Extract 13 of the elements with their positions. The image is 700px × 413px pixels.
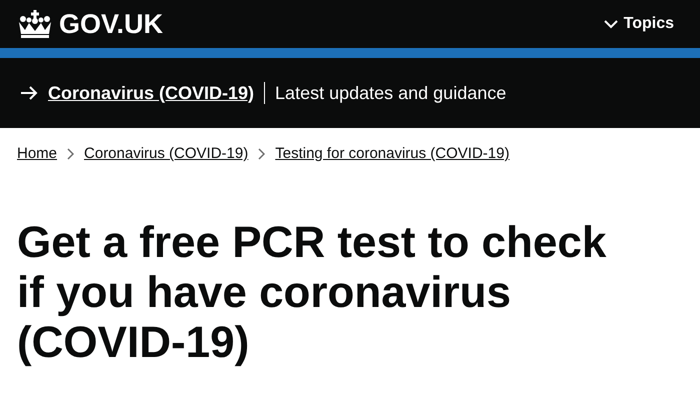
breadcrumb-link[interactable]: Home [17, 145, 58, 162]
chevron-down-icon [604, 20, 618, 28]
banner-link[interactable]: Coronavirus (COVID-19) [48, 82, 254, 104]
logo-link[interactable]: GOV.UK [17, 8, 164, 40]
arrow-right-icon [20, 86, 38, 100]
banner-text: Latest updates and guidance [275, 82, 506, 104]
chevron-right-icon [258, 148, 266, 160]
crown-icon [17, 10, 53, 38]
breadcrumb-link[interactable]: Coronavirus (COVID-19) [84, 145, 248, 162]
page-title: Get a free PCR test to check if you have coronavirus (COVID-19) [17, 218, 608, 368]
breadcrumb-link[interactable]: Testing for coronavirus (COVID-19) [275, 145, 510, 162]
chevron-right-icon [67, 148, 74, 160]
topics-menu-button[interactable]: Topics [604, 15, 674, 33]
